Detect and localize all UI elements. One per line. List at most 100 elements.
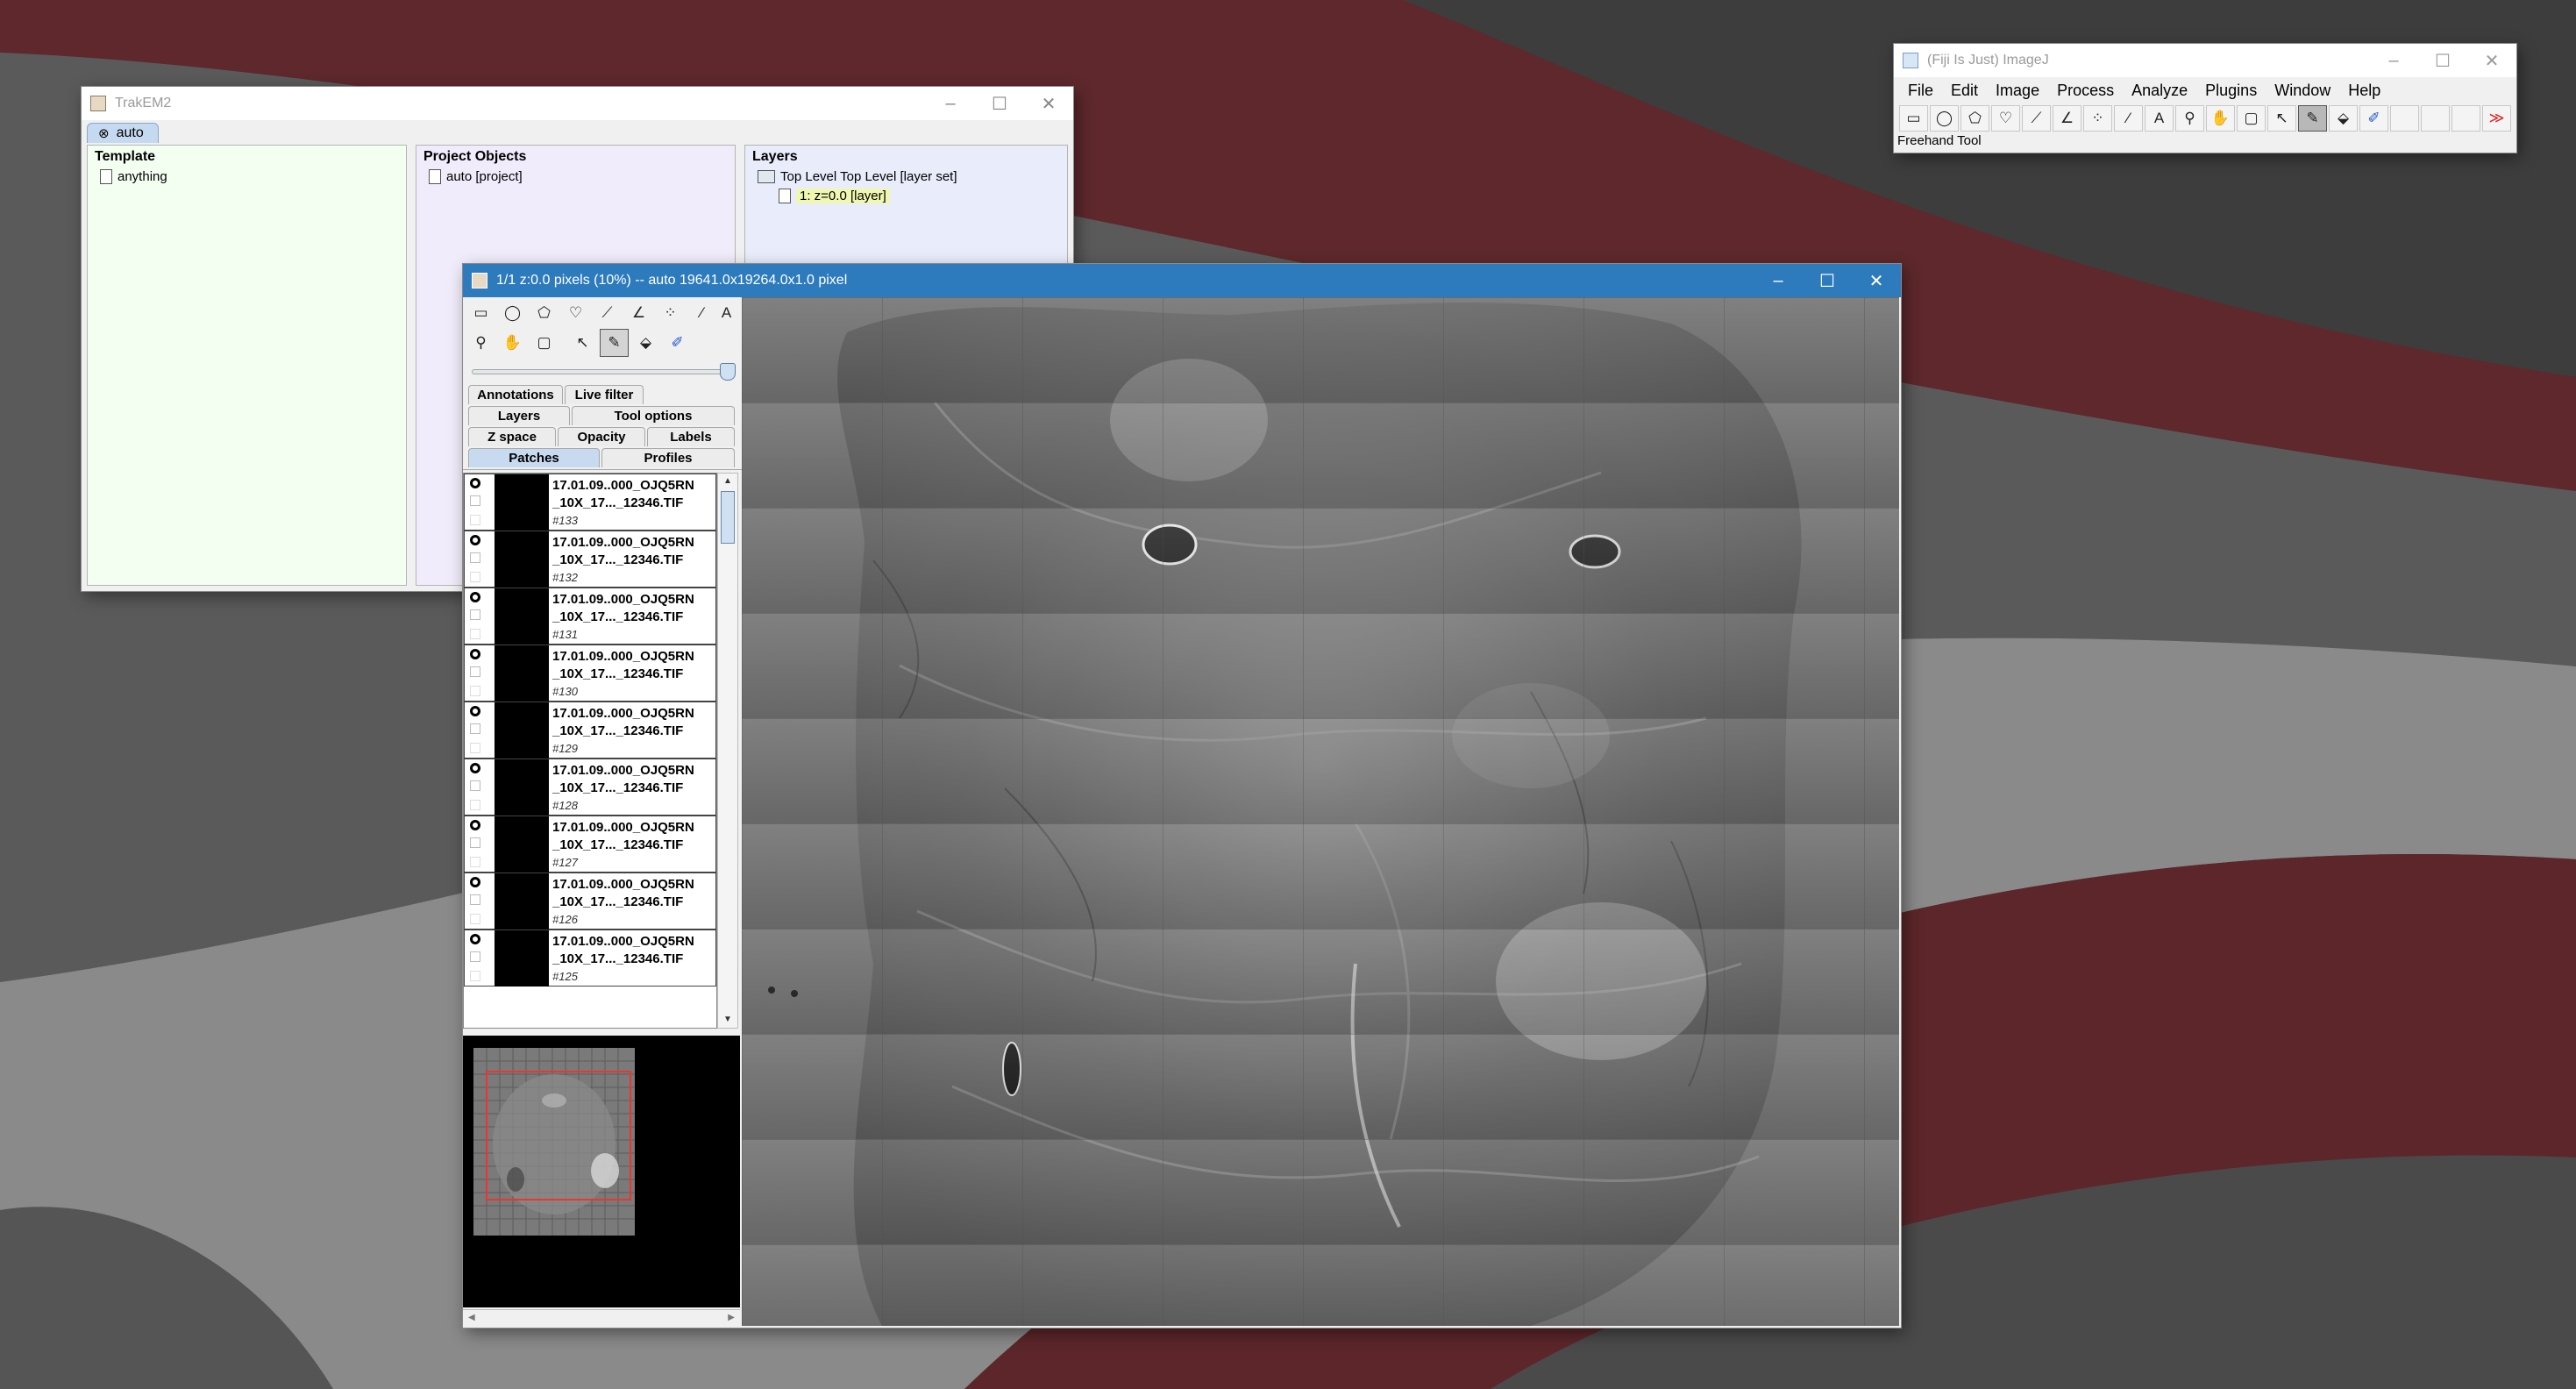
visibility-eye-icon[interactable] xyxy=(470,478,480,488)
scrollbar-thumb[interactable] xyxy=(721,491,735,544)
close-icon[interactable]: ✕ xyxy=(1852,264,1901,297)
link-checkbox[interactable] xyxy=(470,629,480,639)
patch-row[interactable]: 17.01.09..000_OJQ5RN _10X_17..._12346.TIF… xyxy=(464,702,716,759)
dropper-tool-icon[interactable]: ▢ xyxy=(2237,105,2266,132)
close-icon[interactable]: ✕ xyxy=(1024,87,1073,120)
link-checkbox[interactable] xyxy=(470,515,480,525)
patch-list-scrollbar[interactable]: ▲ ▼ xyxy=(717,473,738,1029)
lock-checkbox[interactable] xyxy=(470,780,480,791)
lock-checkbox[interactable] xyxy=(470,495,480,506)
navigator-hscrollbar[interactable]: ◀ ▶ xyxy=(463,1309,740,1327)
navigator-panel[interactable] xyxy=(463,1036,740,1307)
layer-tree-item[interactable]: 1: z=0.0 [layer] xyxy=(745,186,1067,205)
visibility-eye-icon[interactable] xyxy=(470,877,480,887)
menu-image[interactable]: Image xyxy=(1987,82,2048,100)
more-tools-icon[interactable]: ≫ xyxy=(2482,105,2511,132)
scroll-right-icon[interactable]: ▶ xyxy=(728,1313,735,1322)
patch-row[interactable]: 17.01.09..000_OJQ5RN _10X_17..._12346.TIF… xyxy=(464,531,716,588)
template-tree-item[interactable]: anything xyxy=(88,167,406,186)
menu-edit[interactable]: Edit xyxy=(1942,82,1987,100)
empty-tool-slot-2[interactable] xyxy=(2421,105,2450,132)
angle-tool-icon[interactable]: ∠ xyxy=(2053,105,2081,132)
minimize-icon[interactable]: – xyxy=(926,87,975,120)
freehand-selection-tool-icon[interactable]: ♡ xyxy=(1991,105,2020,132)
minimize-icon[interactable]: – xyxy=(1754,264,1803,297)
trakem2-titlebar[interactable]: TrakEM2 – ☐ ✕ xyxy=(82,87,1073,120)
tab-annotations[interactable]: Annotations xyxy=(468,385,563,404)
wand-tool-icon[interactable]: ⁄ xyxy=(2114,105,2143,132)
maximize-icon[interactable]: ☐ xyxy=(1803,264,1852,297)
lock-checkbox[interactable] xyxy=(470,552,480,563)
tab-layers[interactable]: Layers xyxy=(468,406,570,425)
menu-analyze[interactable]: Analyze xyxy=(2123,82,2196,100)
maximize-icon[interactable]: ☐ xyxy=(2418,44,2467,77)
brush-tool-icon[interactable]: ✎ xyxy=(2298,105,2327,132)
display-titlebar[interactable]: 1/1 z:0.0 pixels (10%) -- auto 19641.0x1… xyxy=(463,264,1901,297)
close-tab-icon[interactable]: ⊗ xyxy=(98,125,110,141)
link-checkbox[interactable] xyxy=(470,572,480,582)
zoom-slider-handle[interactable] xyxy=(720,363,736,381)
text-tool-icon[interactable]: A xyxy=(712,299,741,327)
link-checkbox[interactable] xyxy=(470,914,480,924)
angle-tool-icon[interactable]: ∠ xyxy=(624,299,653,327)
link-checkbox[interactable] xyxy=(470,743,480,753)
project-tab-auto[interactable]: ⊗ auto xyxy=(87,123,159,143)
tab-labels[interactable]: Labels xyxy=(647,427,735,446)
lock-checkbox[interactable] xyxy=(470,723,480,734)
link-checkbox[interactable] xyxy=(470,686,480,696)
pen-tool-icon[interactable]: ✐ xyxy=(2359,105,2388,132)
line-tool-icon[interactable]: ⟋ xyxy=(2022,105,2051,132)
lock-checkbox[interactable] xyxy=(470,837,480,848)
polygon-tool-icon[interactable]: ⬠ xyxy=(1960,105,1989,132)
oval-tool-icon[interactable]: ◯ xyxy=(498,299,527,327)
text-tool-icon[interactable]: A xyxy=(2145,105,2174,132)
menu-help[interactable]: Help xyxy=(2339,82,2389,100)
line-tool-icon[interactable]: ⟋ xyxy=(593,299,622,327)
fill-tool-icon[interactable]: ⬙ xyxy=(2329,105,2358,132)
polygon-tool-icon[interactable]: ⬠ xyxy=(530,299,559,327)
patch-row[interactable]: 17.01.09..000_OJQ5RN _10X_17..._12346.TIF… xyxy=(464,474,716,531)
image-canvas[interactable] xyxy=(742,297,1899,1326)
pen-tool-icon[interactable]: ✐ xyxy=(663,329,692,357)
hand-tool-icon[interactable]: ✋ xyxy=(498,329,527,357)
visibility-eye-icon[interactable] xyxy=(470,706,480,716)
patch-row[interactable]: 17.01.09..000_OJQ5RN _10X_17..._12346.TIF… xyxy=(464,816,716,873)
patch-row[interactable]: 17.01.09..000_OJQ5RN _10X_17..._12346.TIF… xyxy=(464,873,716,930)
menu-window[interactable]: Window xyxy=(2266,82,2339,100)
zoom-slider[interactable] xyxy=(472,363,736,381)
scroll-left-icon[interactable]: ◀ xyxy=(468,1313,475,1322)
fill-tool-icon[interactable]: ⬙ xyxy=(631,329,660,357)
brush-tool-icon[interactable]: ✎ xyxy=(600,329,629,357)
lock-checkbox[interactable] xyxy=(470,894,480,905)
fiji-titlebar[interactable]: (Fiji Is Just) ImageJ – ☐ ✕ xyxy=(1894,44,2516,77)
magnifier-tool-icon[interactable]: ⚲ xyxy=(466,329,495,357)
menu-file[interactable]: File xyxy=(1899,82,1942,100)
menu-process[interactable]: Process xyxy=(2048,82,2123,100)
tab-live-filter[interactable]: Live filter xyxy=(565,385,644,404)
link-checkbox[interactable] xyxy=(470,857,480,867)
arrow-tool-icon[interactable]: ↖ xyxy=(568,329,597,357)
multipoint-tool-icon[interactable]: ⁘ xyxy=(656,299,685,327)
scroll-up-icon[interactable]: ▲ xyxy=(718,474,737,489)
maximize-icon[interactable]: ☐ xyxy=(975,87,1024,120)
visibility-eye-icon[interactable] xyxy=(470,535,480,545)
link-checkbox[interactable] xyxy=(470,800,480,810)
lock-checkbox[interactable] xyxy=(470,951,480,962)
visibility-eye-icon[interactable] xyxy=(470,592,480,602)
dropper-tool-icon[interactable]: ▢ xyxy=(530,329,559,357)
lock-checkbox[interactable] xyxy=(470,609,480,620)
visibility-eye-icon[interactable] xyxy=(470,763,480,773)
project-tree-item[interactable]: auto [project] xyxy=(416,167,735,186)
link-checkbox[interactable] xyxy=(470,971,480,981)
minimize-icon[interactable]: – xyxy=(2369,44,2418,77)
visibility-eye-icon[interactable] xyxy=(470,820,480,830)
empty-tool-slot-1[interactable] xyxy=(2390,105,2419,132)
lock-checkbox[interactable] xyxy=(470,666,480,677)
hand-tool-icon[interactable]: ✋ xyxy=(2206,105,2235,132)
patch-row[interactable]: 17.01.09..000_OJQ5RN _10X_17..._12346.TIF… xyxy=(464,645,716,702)
rectangle-tool-icon[interactable]: ▭ xyxy=(1899,105,1928,132)
visibility-eye-icon[interactable] xyxy=(470,934,480,944)
tab-profiles[interactable]: Profiles xyxy=(601,448,735,467)
navigator-viewport-rect[interactable] xyxy=(486,1071,631,1200)
tab-opacity[interactable]: Opacity xyxy=(558,427,645,446)
